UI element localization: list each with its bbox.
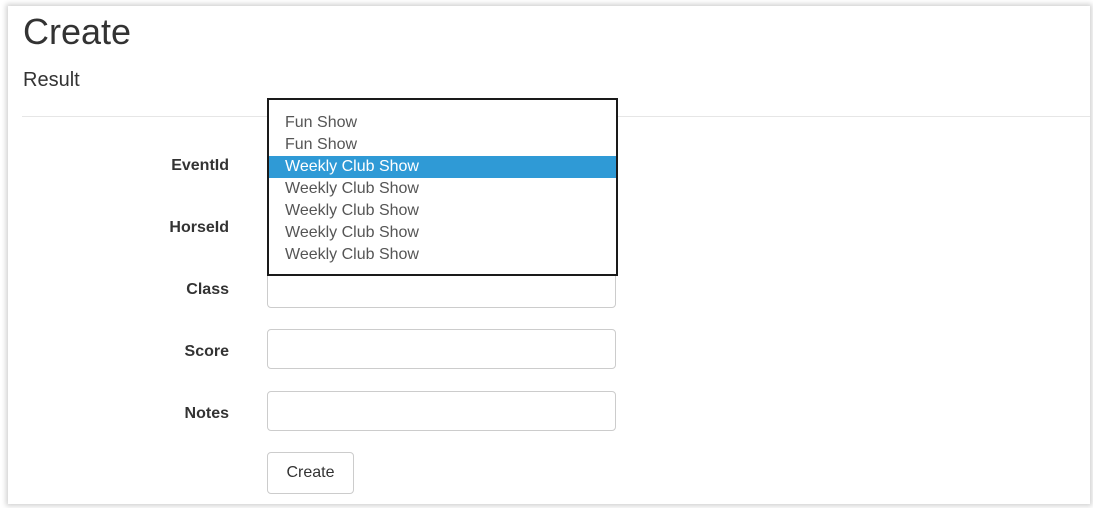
dropdown-option-selected[interactable]: Weekly Club Show — [269, 156, 616, 178]
class-label: Class — [186, 281, 229, 298]
page-subtitle: Result — [23, 69, 80, 91]
score-label: Score — [184, 343, 229, 360]
dropdown-option[interactable]: Weekly Club Show — [269, 222, 616, 244]
notes-label: Notes — [184, 405, 229, 422]
page-frame: Create Result EventId HorseId Class Scor… — [8, 6, 1090, 504]
eventid-dropdown-list[interactable]: Fun Show Fun Show Weekly Club Show Weekl… — [267, 98, 618, 276]
eventid-label: EventId — [171, 157, 229, 174]
dropdown-option[interactable]: Weekly Club Show — [269, 178, 616, 200]
notes-input[interactable] — [267, 391, 616, 431]
dropdown-option[interactable]: Weekly Club Show — [269, 244, 616, 266]
dropdown-option[interactable]: Weekly Club Show — [269, 200, 616, 222]
horseid-label: HorseId — [169, 219, 229, 236]
dropdown-option[interactable]: Fun Show — [269, 112, 616, 134]
score-input[interactable] — [267, 329, 616, 369]
dropdown-option[interactable]: Fun Show — [269, 134, 616, 156]
page-title: Create — [23, 11, 132, 52]
create-button[interactable]: Create — [267, 452, 354, 494]
